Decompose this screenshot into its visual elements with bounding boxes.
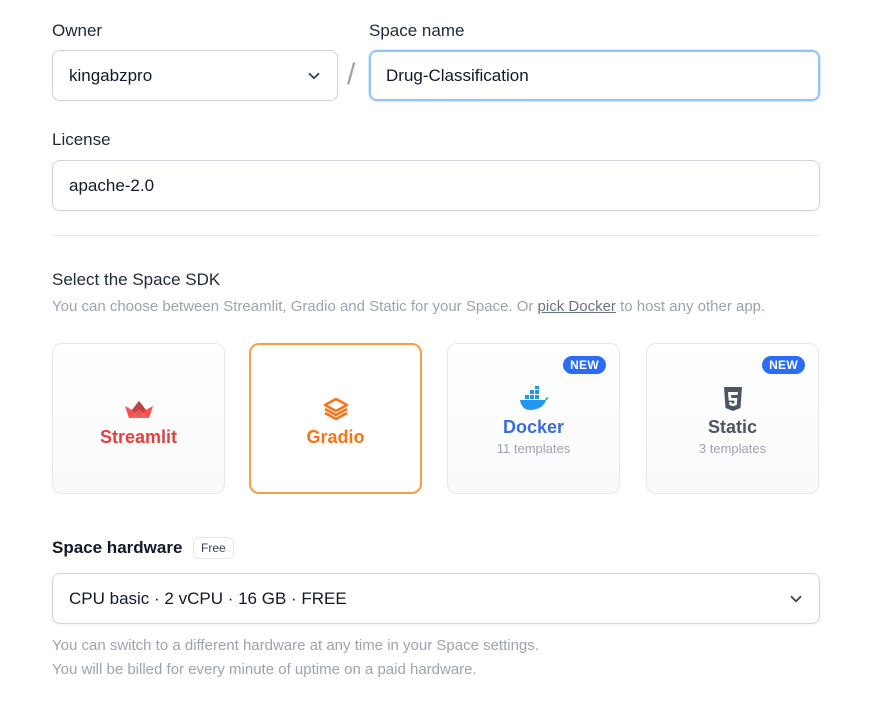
license-value: apache-2.0 <box>69 175 155 195</box>
new-badge: NEW <box>762 356 805 374</box>
space-name-value: Drug-Classification <box>386 65 529 85</box>
sdk-card-streamlit[interactable]: Streamlit <box>52 343 225 494</box>
license-input[interactable]: apache-2.0 <box>52 160 820 211</box>
sdk-card-name: Gradio <box>306 426 365 447</box>
license-label: License <box>52 130 111 149</box>
owner-name-separator: / <box>347 58 356 91</box>
hardware-value: CPU basic · 2 vCPU · 16 GB · FREE <box>69 588 347 608</box>
sdk-card-docker[interactable]: NEW Docker 11 templates <box>447 343 620 494</box>
sdk-card-templates: 11 templates <box>496 440 571 456</box>
sdk-card-static[interactable]: NEW Static 3 templates <box>646 343 819 494</box>
hardware-note-billing: You will be billed for every minute of u… <box>52 661 477 678</box>
section-divider <box>52 235 820 236</box>
free-tag: Free <box>193 537 234 559</box>
space-name-label: Space name <box>369 21 465 40</box>
owner-value: kingabzpro <box>69 65 153 85</box>
chevron-down-icon <box>790 595 802 602</box>
sdk-description-text-end: to host any other app. <box>615 298 766 315</box>
sdk-card-name: Streamlit <box>99 426 178 447</box>
hardware-select[interactable]: CPU basic · 2 vCPU · 16 GB · FREE <box>52 573 820 624</box>
owner-label: Owner <box>52 21 103 40</box>
space-hardware-title: Space hardware <box>52 538 183 557</box>
sdk-card-name: Static <box>707 416 758 437</box>
gradio-logo-icon <box>323 397 348 420</box>
streamlit-crown-icon <box>124 400 153 418</box>
new-badge: NEW <box>563 356 606 374</box>
sdk-description: You can choose between Streamlit, Gradio… <box>52 296 765 318</box>
sdk-card-gradio[interactable]: Gradio <box>249 343 422 494</box>
sdk-description-text: You can choose between Streamlit, Gradio… <box>52 298 538 315</box>
hardware-note-switch: You can switch to a different hardware a… <box>52 637 539 654</box>
docker-whale-icon <box>519 385 548 410</box>
sdk-title: Select the Space SDK <box>52 270 221 289</box>
owner-select[interactable]: kingabzpro <box>52 50 338 101</box>
pick-docker-link[interactable]: pick Docker <box>538 298 616 315</box>
chevron-down-icon <box>308 72 320 79</box>
html5-shield-icon <box>723 386 742 411</box>
space-name-input[interactable]: Drug-Classification <box>369 50 820 101</box>
sdk-card-templates: 3 templates <box>698 440 767 456</box>
sdk-card-name: Docker <box>502 416 565 437</box>
